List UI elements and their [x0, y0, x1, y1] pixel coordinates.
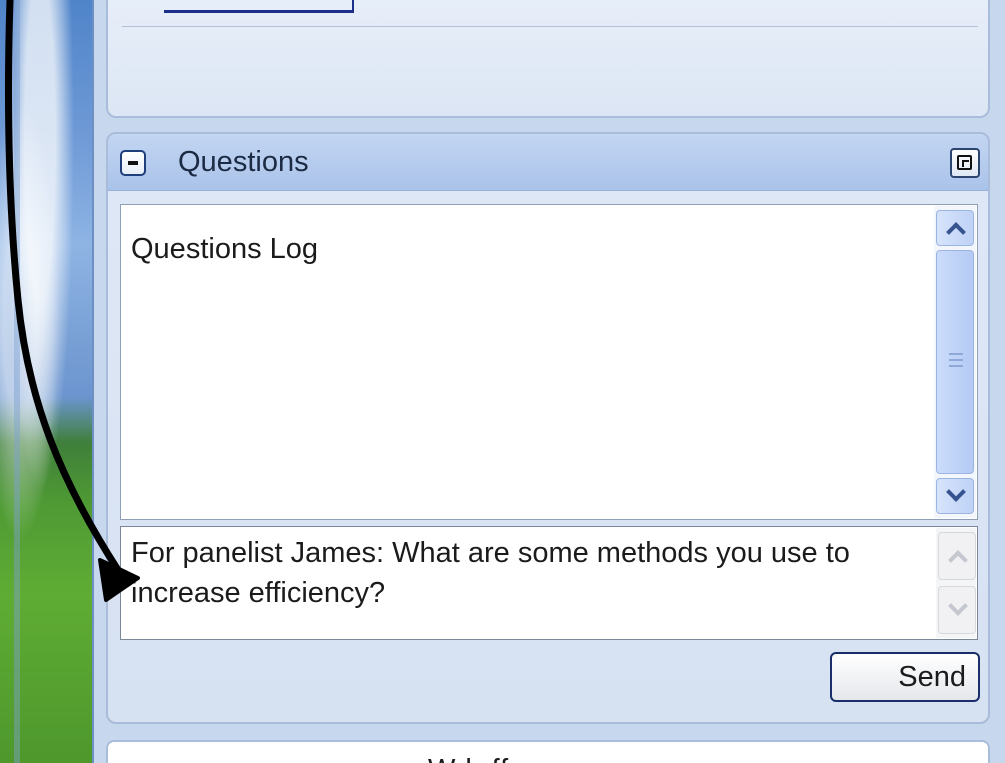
- chevron-up-icon: [948, 550, 968, 570]
- panel-divider: [122, 26, 978, 27]
- scroll-thumb[interactable]: [936, 250, 974, 474]
- question-input-box[interactable]: For panelist James: What are some method…: [120, 526, 978, 640]
- next-panel: W b ff: [106, 740, 990, 763]
- question-input[interactable]: For panelist James: What are some method…: [121, 527, 931, 639]
- questions-panel: Questions Questions Log For panelist Jam…: [106, 132, 990, 724]
- chevron-down-icon: [946, 482, 966, 502]
- collapse-button[interactable]: [120, 150, 146, 176]
- previous-panel: [106, 0, 990, 118]
- next-panel-title: W b ff: [428, 754, 509, 763]
- questions-log[interactable]: Questions Log: [120, 204, 978, 520]
- input-scroll-down-button[interactable]: [938, 586, 976, 634]
- minus-icon: [128, 161, 138, 165]
- chevron-down-icon: [948, 596, 968, 616]
- panel-title: Questions: [178, 146, 309, 178]
- questions-panel-header: Questions: [108, 134, 988, 191]
- send-button[interactable]: Send: [830, 652, 980, 702]
- scroll-down-button[interactable]: [936, 478, 974, 514]
- scroll-up-button[interactable]: [936, 210, 974, 246]
- tab-underline: [164, 10, 354, 13]
- questions-log-label: Questions Log: [131, 233, 319, 265]
- popout-button[interactable]: [950, 148, 980, 178]
- input-scroll-up-button[interactable]: [938, 532, 976, 580]
- window-edge: [14, 0, 20, 763]
- popout-icon: [957, 155, 972, 170]
- tab-marker: [352, 0, 354, 12]
- chevron-up-icon: [946, 222, 966, 242]
- log-scrollbar[interactable]: [934, 206, 976, 518]
- grip-line-icon: [949, 359, 963, 361]
- grip-line-icon: [949, 365, 963, 367]
- grip-line-icon: [949, 353, 963, 355]
- input-scrollbar[interactable]: [936, 528, 976, 638]
